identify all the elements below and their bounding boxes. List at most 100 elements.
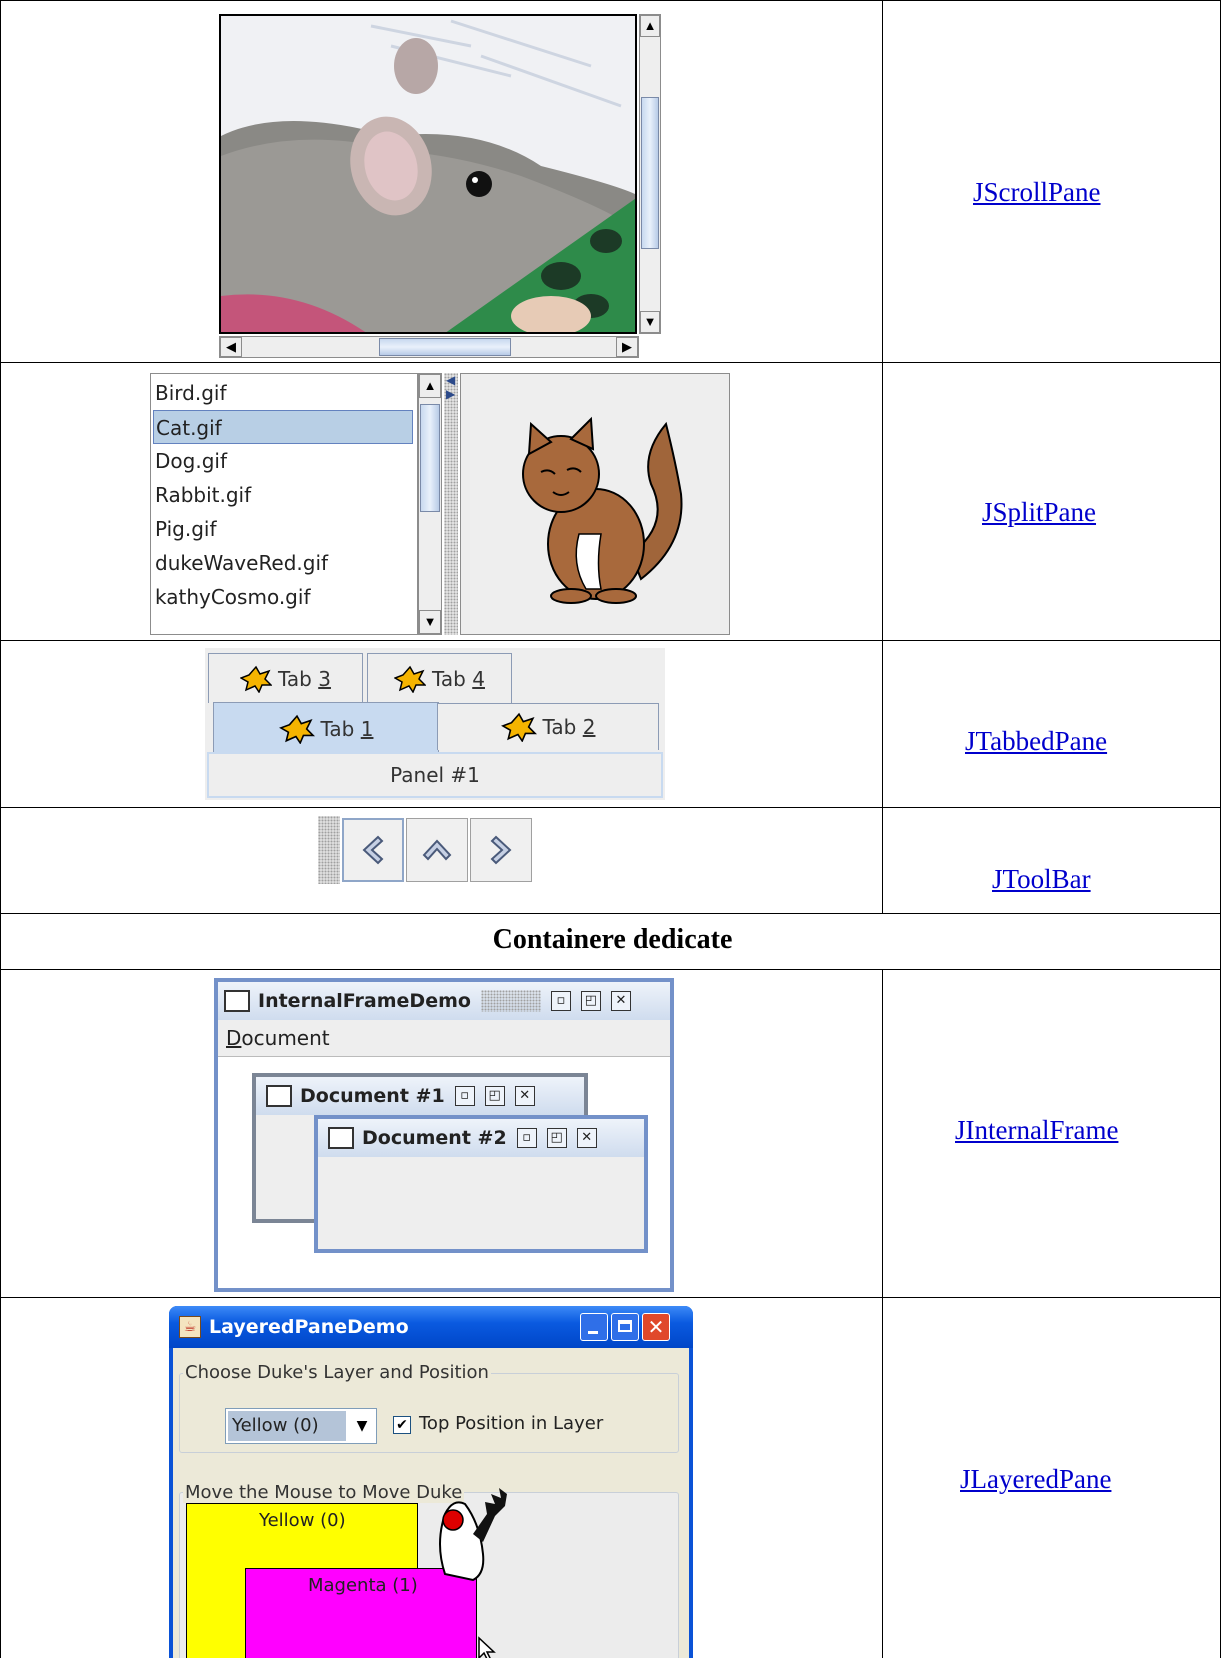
document-2-body [318,1157,644,1249]
list-scrollbar[interactable]: ▲ ▼ [418,373,442,635]
minimize-button[interactable] [580,1313,608,1341]
minimize-icon[interactable]: ▫ [516,1128,537,1148]
jtabbedpane-link[interactable]: JTabbedPane [965,726,1107,757]
cat-image-panel [460,373,730,635]
tab-2[interactable]: Tab 2 [437,703,659,750]
frame-icon [266,1085,292,1107]
document-menu[interactable]: Document [226,1026,330,1050]
duke-icon [439,1488,507,1582]
up-button[interactable] [406,818,468,882]
forward-button[interactable] [470,818,532,882]
jinternalframe-link[interactable]: JInternalFrame [955,1115,1118,1146]
back-button[interactable] [342,818,404,882]
close-icon: ✕ [647,1315,665,1339]
combo-value: Yellow (0) [228,1411,346,1441]
document-2-title: Document #2 [362,1127,507,1149]
chevron-right-icon [490,835,512,865]
jtoolbar-link[interactable]: JToolBar [992,864,1091,895]
tab-1-label: Tab 1 [320,716,374,741]
group1-legend: Choose Duke's Layer and Position [183,1362,491,1383]
internalframe-titlebar[interactable]: InternalFrameDemo ▫ ◰ ✕ [218,982,670,1020]
window-content: Choose Duke's Layer and Position Yellow … [173,1348,689,1658]
divider-right-arrow-icon[interactable]: ▶ [446,387,455,402]
checkbox-label: Top Position in Layer [419,1413,604,1434]
window-titlebar[interactable]: ☕ LayeredPaneDemo ✕ [169,1306,693,1348]
scroll-down-arrow-icon[interactable]: ▼ [640,311,660,333]
jscrollpane-link[interactable]: JScrollPane [973,177,1101,208]
titlebar-grip [480,990,541,1012]
vertical-scroll-thumb[interactable] [641,97,659,249]
list-scroll-thumb[interactable] [420,404,440,512]
jlayeredpane-link[interactable]: JLayeredPane [960,1464,1111,1495]
maximize-icon[interactable]: ◰ [580,991,601,1011]
close-icon[interactable]: ✕ [576,1128,597,1148]
list-item[interactable]: Rabbit.gif [153,478,413,512]
tabbedpane-demo: Tab 3 Tab 4 Tab 1 Tab 2 Panel #1 [205,648,665,800]
file-list-items: Bird.gif Cat.gif Dog.gif Rabbit.gif Pig.gif d… [153,376,413,614]
document-1-title: Document #1 [300,1085,445,1107]
java-icon: ☕ [179,1316,201,1338]
scroll-up-arrow-icon[interactable]: ▲ [640,15,660,37]
tab-3[interactable]: Tab 3 [208,653,363,703]
minimize-icon[interactable]: ▫ [550,991,571,1011]
document-1-titlebar[interactable]: Document #1 ▫ ◰ ✕ [256,1077,584,1115]
yellow-label: Yellow (0) [259,1510,346,1531]
close-button[interactable]: ✕ [642,1313,670,1341]
star-icon [394,665,427,693]
list-item[interactable]: Cat.gif [153,410,413,444]
minimize-icon[interactable]: ▫ [454,1086,475,1106]
frame-title: InternalFrameDemo [258,990,471,1012]
internalframe-demo: InternalFrameDemo ▫ ◰ ✕ Document Documen… [214,978,674,1292]
star-icon [240,665,273,693]
split-divider[interactable]: ◀ ▶ [444,373,458,635]
list-item[interactable]: kathyCosmo.gif [153,580,413,614]
toolbar-grip[interactable] [318,816,340,884]
tab-panel: Panel #1 [207,752,663,798]
mouse-cursor-icon [478,1636,496,1658]
vertical-scrollbar[interactable]: ▲ ▼ [639,14,661,334]
horizontal-scroll-thumb[interactable] [379,338,511,356]
chevron-up-icon [422,839,452,861]
maximize-icon[interactable]: ◰ [484,1086,505,1106]
frame-menubar: Document [218,1020,670,1057]
close-icon[interactable]: ✕ [610,991,631,1011]
desktop-pane: Document #1 ▫ ◰ ✕ Document #2 ▫ ◰ ✕ [218,1057,670,1288]
tab-4[interactable]: Tab 4 [367,653,512,703]
star-icon [500,712,537,742]
magenta-label: Magenta (1) [308,1575,418,1596]
layer-combobox[interactable]: Yellow (0) ▼ [225,1408,377,1444]
star-icon [278,714,315,744]
list-item[interactable]: dukeWaveRed.gif [153,546,413,580]
document-2-titlebar[interactable]: Document #2 ▫ ◰ ✕ [318,1119,644,1157]
divider-left-arrow-icon[interactable]: ◀ [446,373,455,388]
splitpane-demo: Bird.gif Cat.gif Dog.gif Rabbit.gif Pig.gif d… [150,373,730,635]
scroll-left-arrow-icon[interactable]: ◀ [220,337,242,357]
section-heading: Containere dedicate [492,924,733,955]
frame-icon [328,1127,354,1149]
jsplitpane-link[interactable]: JSplitPane [982,497,1096,528]
tab-2-label: Tab 2 [542,715,596,739]
minimize-icon [588,1331,598,1334]
group2-legend: Move the Mouse to Move Duke [183,1482,465,1503]
tab-1[interactable]: Tab 1 [213,702,439,754]
file-list[interactable]: Bird.gif Cat.gif Dog.gif Rabbit.gif Pig.gif d… [150,373,418,635]
mouse-image [219,14,637,334]
maximize-button[interactable] [611,1313,639,1341]
close-icon[interactable]: ✕ [514,1086,535,1106]
list-item[interactable]: Pig.gif [153,512,413,546]
list-item[interactable]: Bird.gif [153,376,413,410]
list-item[interactable]: Dog.gif [153,444,413,478]
cat-image [522,416,683,604]
maximize-icon [618,1320,632,1332]
maximize-icon[interactable]: ◰ [546,1128,567,1148]
combo-arrow-icon[interactable]: ▼ [348,1409,376,1443]
horizontal-scrollbar[interactable]: ◀ ▶ [219,336,639,358]
layeredpane-demo: ☕ LayeredPaneDemo ✕ Choose Duke's Layer … [169,1306,693,1658]
list-scroll-up-icon[interactable]: ▲ [419,374,441,398]
tab-3-label: Tab 3 [278,666,331,691]
top-position-checkbox[interactable]: ✔ [393,1416,411,1434]
scroll-right-arrow-icon[interactable]: ▶ [616,337,638,357]
list-scroll-down-icon[interactable]: ▼ [419,610,441,634]
toolbar-demo [318,816,550,884]
document-2-frame[interactable]: Document #2 ▫ ◰ ✕ [314,1115,648,1253]
